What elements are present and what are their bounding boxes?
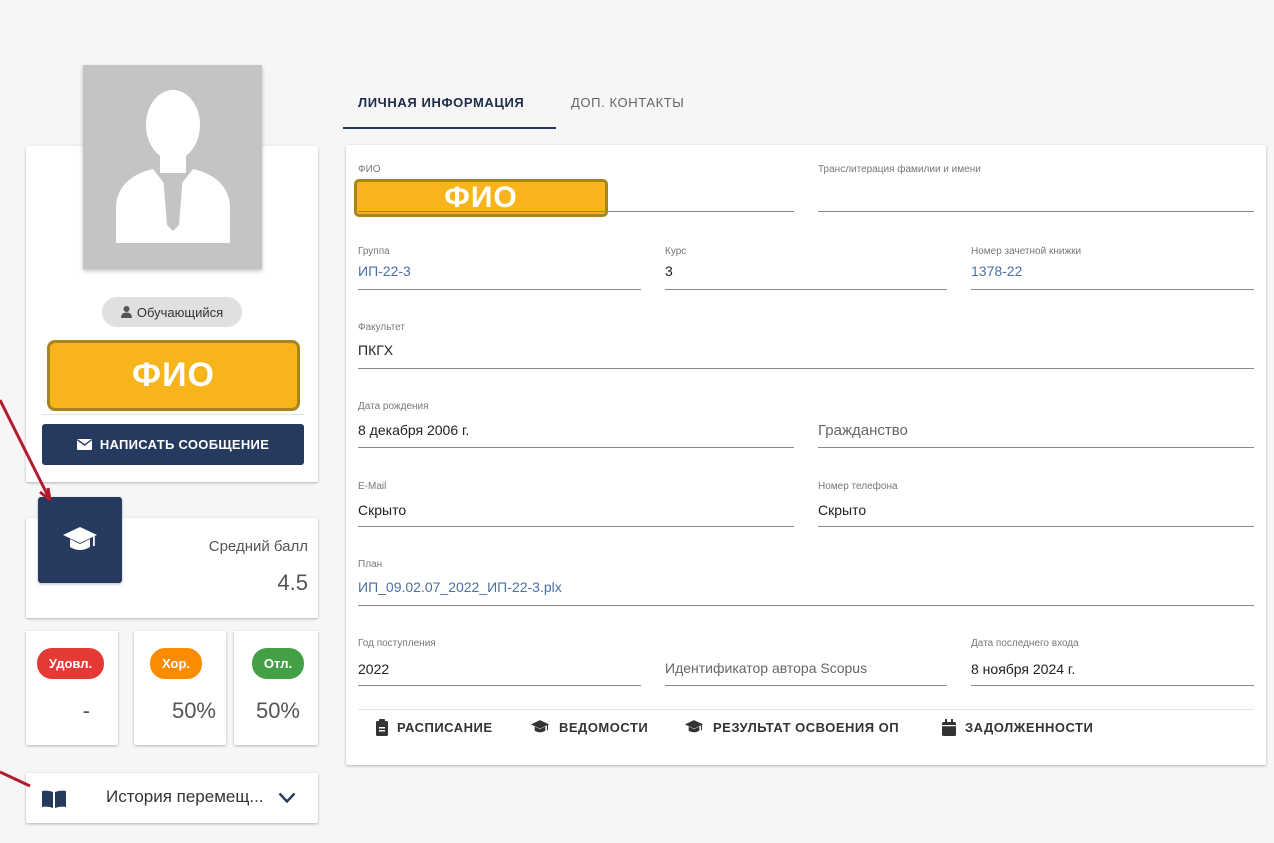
fio-label: ФИО (358, 164, 381, 175)
role-label: Обучающийся (136, 304, 224, 320)
grade-badge-satisfactory: Удовл. (37, 648, 104, 679)
send-message-label: НАПИСАТЬ СООБЩЕНИЕ (99, 437, 270, 452)
group-label: Группа (358, 246, 390, 257)
grade-badge-good: Хор. (150, 648, 202, 679)
faculty-label: Факультет (358, 322, 405, 333)
birth-date-value: 8 декабря 2006 г. (358, 422, 470, 438)
record-book-label: Номер зачетной книжки (971, 246, 1082, 257)
last-login-field-line (971, 685, 1254, 686)
group-link[interactable]: ИП-22-3 (358, 263, 411, 279)
history-label: История перемещ... (106, 787, 264, 806)
average-score-value: 4.5 (277, 570, 308, 595)
statements-button[interactable]: ВЕДОМОСТИ (530, 717, 648, 737)
person-icon (120, 306, 132, 318)
record-book-link[interactable]: 1378-22 (971, 263, 1022, 279)
email-value: Скрыто (358, 502, 407, 518)
record-book-field-line (971, 289, 1254, 290)
fio-field-line (358, 211, 794, 212)
schedule-label: РАСПИСАНИЕ (397, 719, 493, 735)
history-dropdown[interactable]: История перемещ... (26, 773, 318, 823)
admission-year-label: Год поступления (358, 638, 436, 649)
scopus-placeholder: Идентификатор автора Scopus (665, 660, 868, 676)
graduation-cap-icon (530, 720, 550, 733)
clipboard-icon (376, 718, 388, 736)
actions-divider (358, 709, 1254, 710)
active-tab-indicator (343, 127, 556, 129)
course-label: Курс (665, 246, 687, 257)
tab-personal-info[interactable]: ЛИЧНАЯ ИНФОРМАЦИЯ (358, 95, 524, 110)
graduation-cap-tile (38, 497, 122, 583)
admission-year-value: 2022 (358, 661, 390, 677)
plan-field-line (358, 605, 1254, 606)
citizenship-field-line (818, 447, 1254, 448)
envelope-icon (76, 439, 92, 450)
group-field-line (358, 289, 641, 290)
birth-date-label: Дата рождения (358, 401, 429, 412)
schedule-button[interactable]: РАСПИСАНИЕ (376, 717, 493, 737)
scopus-field-line (665, 685, 947, 686)
average-score-label: Средний балл (208, 538, 308, 555)
debts-label: ЗАДОЛЖЕННОСТИ (965, 719, 1094, 735)
grade-card-satisfactory: Удовл. - (26, 631, 118, 745)
calendar-icon (942, 718, 956, 736)
grade-badge-excellent: Отл. (252, 648, 304, 679)
email-field-line (358, 526, 794, 527)
citizenship-placeholder: Гражданство (818, 422, 908, 439)
tab-extra-contacts[interactable]: ДОП. КОНТАКТЫ (571, 95, 684, 110)
last-login-value: 8 ноября 2024 г. (971, 661, 1076, 677)
faculty-field-line (358, 368, 1254, 369)
phone-field-line (818, 526, 1254, 527)
statements-label: ВЕДОМОСТИ (559, 719, 649, 735)
divider (42, 414, 304, 415)
debts-button[interactable]: ЗАДОЛЖЕННОСТИ (942, 717, 1093, 737)
name-placeholder: ФИО (47, 340, 300, 411)
book-icon (42, 790, 66, 808)
phone-label: Номер телефона (818, 481, 898, 492)
grade-card-good: Хор. 50% (134, 631, 226, 745)
role-chip: Обучающийся (102, 297, 242, 327)
grade-value-satisfactory: - (82, 698, 90, 723)
send-message-button[interactable]: НАПИСАТЬ СООБЩЕНИЕ (42, 424, 304, 465)
faculty-value: ПКГХ (358, 342, 394, 358)
avatar (83, 65, 262, 269)
birth-date-field-line (358, 447, 794, 448)
graduation-cap-icon (684, 720, 704, 733)
grade-value-good: 50% (171, 698, 216, 723)
translit-label: Транслитерация фамилии и имени (818, 164, 981, 175)
graduation-cap-icon (63, 527, 97, 550)
last-login-label: Дата последнего входа (971, 638, 1079, 649)
email-label: E-Mail (358, 481, 387, 492)
results-button[interactable]: РЕЗУЛЬТАТ ОСВОЕНИЯ ОП (684, 717, 899, 737)
phone-value: Скрыто (818, 502, 867, 518)
results-label: РЕЗУЛЬТАТ ОСВОЕНИЯ ОП (713, 719, 900, 735)
translit-field-line (818, 211, 1254, 212)
plan-label: План (358, 559, 383, 570)
course-value: 3 (665, 263, 673, 279)
course-field-line (665, 289, 947, 290)
chevron-down-icon (278, 792, 296, 804)
user-silhouette-icon (116, 90, 230, 243)
admission-year-field-line (358, 685, 641, 686)
grade-value-excellent: 50% (255, 698, 300, 723)
grade-card-excellent: Отл. 50% (234, 631, 318, 745)
plan-link[interactable]: ИП_09.02.07_2022_ИП-22-3.plx (358, 579, 562, 595)
